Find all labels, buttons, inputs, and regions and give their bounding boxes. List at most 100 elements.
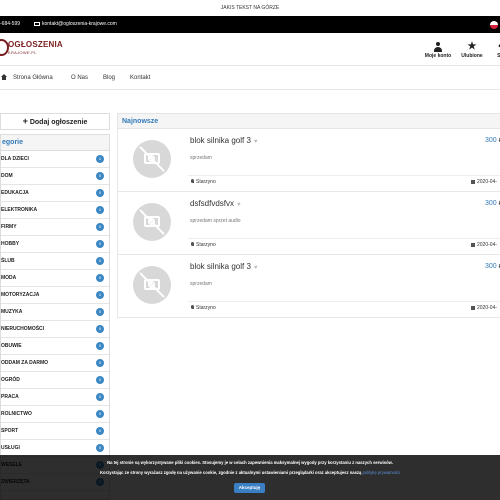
date-text: 2020-04- [477,179,498,185]
promo-banner: JAKIS TEKST NA GÓRZE [0,0,500,16]
category-count-badge: 0 [96,342,104,350]
cookie-banner: Na tej stronie są wykorzystywane pliki c… [0,455,500,500]
category-item[interactable]: OGRÓD 0 [1,372,109,389]
listing-card[interactable]: blok silnika golf 3♥ sprzedam 300 # Starzyn… [117,129,500,192]
cart-icon: ▪ [498,41,500,52]
price-value: 300 [485,263,497,270]
map-pin-icon [191,179,194,183]
listing-title[interactable]: blok silnika golf 3 [190,262,251,271]
cookie-text-2: Korzystając ze strony wyrażasz zgodę na … [0,470,500,475]
listing-card[interactable]: dsfsdfvdsfvx♥ sprzedam sprzet audio 300 # S… [117,192,500,255]
logo-text: OGŁOSZENIA [8,40,63,49]
favorites-link[interactable]: ★ Ulubione [459,42,485,60]
category-label: NIERUCHOMOŚCI [1,326,45,332]
add-listing-button[interactable]: + Dodaj ogłoszenie [0,113,110,130]
latest-listings-panel: Najnowsze blok silnika golf 3 ♥ sprzedam 30… [117,113,500,328]
user-icon [433,42,443,52]
category-list: egorie DLA DZIECI 1 DOM 0 EDUKACJA 0 ELEKTRONI… [0,134,110,500]
contact-bar: -684-599 kontakt@ogloszenia-krajowe.com [0,16,500,33]
listing-title-row[interactable]: blok silnika golf 3 ♥ [190,262,257,271]
category-item[interactable]: MUZYKA 0 [1,304,109,321]
category-item[interactable]: MOTORYZACJA 1 [1,287,109,304]
category-item[interactable]: OBUWIE 0 [1,338,109,355]
category-count-badge: 0 [96,223,104,231]
listing-title[interactable]: blok silnika golf 3 [190,136,251,145]
site-logo[interactable]: OGŁOSZENIA KRAJOWE.PL [0,39,63,61]
price-value: 300 [485,200,497,207]
category-item[interactable]: SPORT 0 [1,423,109,440]
category-label: MOTORYZACJA [1,292,40,298]
heart-icon[interactable]: ♥ [254,139,258,145]
email-contact[interactable]: kontakt@ogloszenia-krajowe.com [34,16,117,33]
polish-flag-icon[interactable] [490,21,498,29]
listing-price: 300 # [485,263,500,270]
category-item[interactable]: HOBBY 0 [1,236,109,253]
category-label: PRACA [1,394,19,400]
cart-link[interactable]: ▪ Sz [490,41,500,60]
listing-description: sprzedam sprzet audio [190,218,241,224]
category-label: ODDAM ZA DARMO [1,360,49,366]
location-text: Starzyno [196,305,216,311]
cookie-text-1: Na tej stronie są wykorzystywane pliki c… [107,460,393,465]
category-label: HOBBY [1,241,20,247]
category-label: MODA [1,275,17,281]
no-photo-icon[interactable] [133,203,171,241]
no-photo-icon[interactable] [133,266,171,304]
home-icon[interactable] [1,74,7,80]
category-item[interactable]: NIERUCHOMOŚCI 0 [1,321,109,338]
logo-subtext: KRAJOWE.PL [8,50,37,55]
listing-title-row[interactable]: blok silnika golf 3 ♥ [190,136,257,145]
date-text: 2020-04- [477,305,498,311]
heart-icon[interactable]: ♥ [254,265,258,271]
category-item[interactable]: MODA 0 [1,270,109,287]
latest-heading: Najnowsze [117,113,500,129]
category-count-badge: 1 [96,155,104,163]
category-item[interactable]: DOM 0 [1,168,109,185]
map-pin-icon [191,242,194,246]
sidebar: + Dodaj ogłoszenie egorie DLA DZIECI 1 DOM 0… [0,113,110,500]
listing-title[interactable]: dsfsdfvdsfvx [190,199,234,208]
category-item[interactable]: ROLNICTWO 0 [1,406,109,423]
site-header: OGŁOSZENIA KRAJOWE.PL Moje konto ★ Ulubi… [0,33,500,66]
listing-date: 2020-04- [471,240,497,250]
listing-location: Starzyno [191,177,216,187]
phone-number[interactable]: -684-599 [0,16,20,33]
accept-cookies-button[interactable]: Akceptuję [234,483,265,493]
listing-meta: Starzyno 2020-04- [188,238,500,249]
email-address[interactable]: kontakt@ogloszenia-krajowe.com [42,21,117,27]
listing-description: sprzedam [190,155,212,161]
listing-card[interactable]: blok silnika golf 3♥ sprzedam 300 # Starzyn… [117,255,500,318]
account-label: Moje konto [424,53,452,59]
category-count-badge: 0 [96,189,104,197]
calendar-icon [471,179,475,184]
nav-home[interactable]: Strona Główna [13,66,53,90]
privacy-policy-link[interactable]: politykę prywatności [363,470,400,475]
listing-date: 2020-04- [471,177,497,187]
category-item[interactable]: ODDAM ZA DARMO 0 [1,355,109,372]
category-count-badge: 0 [96,359,104,367]
add-listing-label: Dodaj ogłoszenie [29,119,88,126]
account-link[interactable]: Moje konto [423,42,453,59]
category-label: OGRÓD [1,377,20,383]
category-item[interactable]: ŚLUB 0 [1,253,109,270]
heart-icon[interactable]: ♥ [237,202,241,208]
no-photo-icon[interactable] [133,140,171,178]
nav-about[interactable]: O Nas [71,66,88,90]
location-text: Starzyno [196,242,216,248]
category-label: SPORT [1,428,19,434]
location-text: Starzyno [196,179,216,185]
category-item[interactable]: ELEKTRONIKA 1 [1,202,109,219]
date-text: 2020-04- [477,242,498,248]
category-item[interactable]: FIRMY 0 [1,219,109,236]
category-count-badge: 0 [96,410,104,418]
main-nav: Strona Główna O Nas Blog Kontakt [0,66,500,90]
category-label: MUZYKA [1,309,23,315]
category-item[interactable]: PRACA 0 [1,389,109,406]
nav-contact[interactable]: Kontakt [130,66,150,90]
category-item[interactable]: DLA DZIECI 1 [1,151,109,168]
listing-location: Starzyno [191,303,216,313]
category-label: DLA DZIECI [1,156,29,162]
listing-title-row[interactable]: dsfsdfvdsfvx ♥ [190,199,241,208]
nav-blog[interactable]: Blog [103,66,115,90]
category-item[interactable]: EDUKACJA 0 [1,185,109,202]
